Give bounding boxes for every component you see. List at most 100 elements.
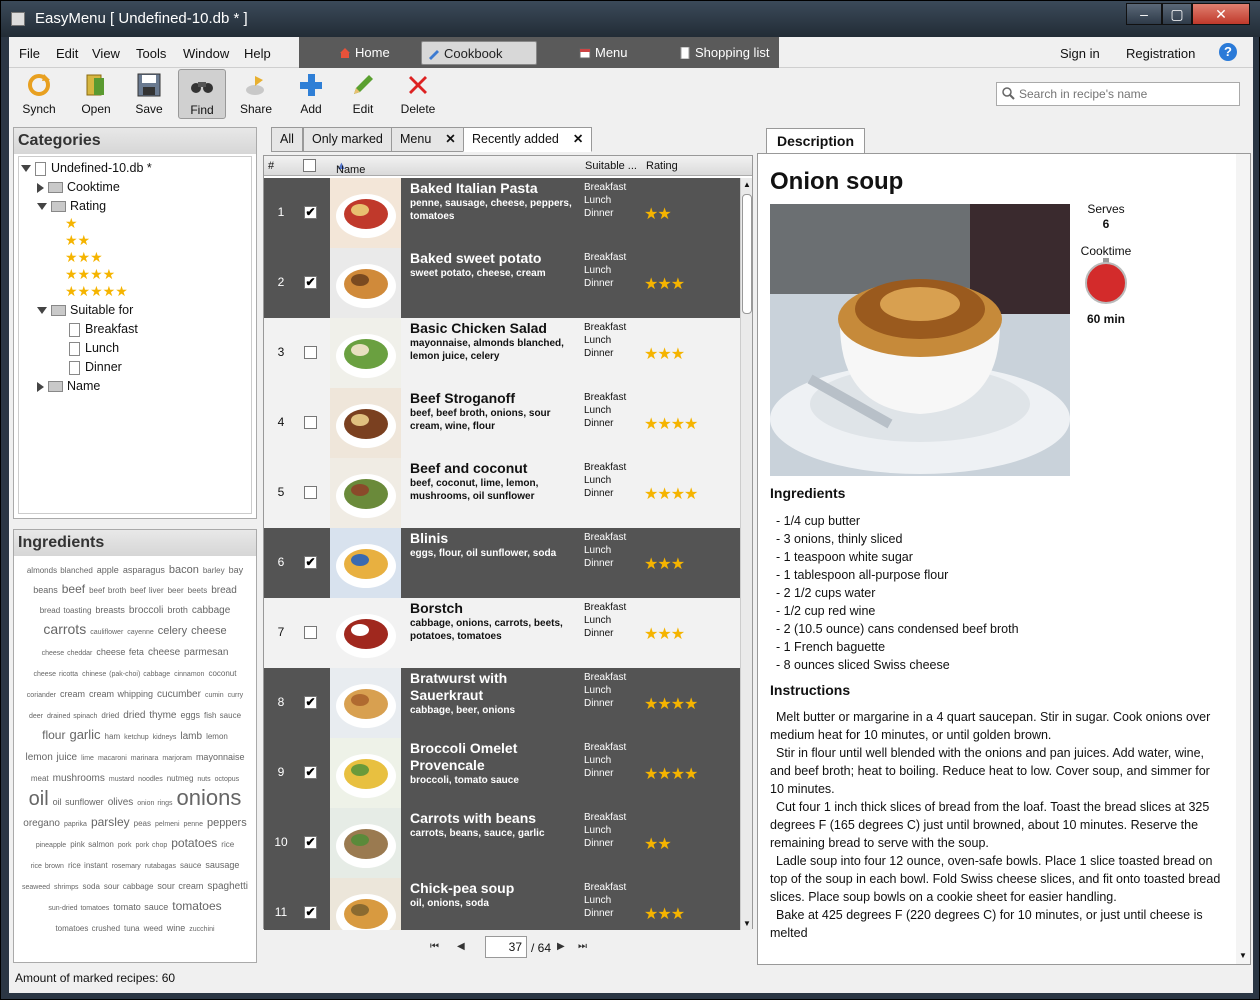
tree-lunch[interactable]: Lunch [69, 339, 119, 357]
ingredient-tag[interactable]: olives [108, 794, 134, 812]
ingredient-tag[interactable]: wine [167, 919, 186, 937]
ingredient-tag[interactable]: rutabagas [145, 858, 176, 876]
find-button[interactable]: Find [178, 69, 226, 119]
ingredient-tag[interactable]: sauce [180, 857, 201, 875]
ingredient-tag[interactable]: macaroni [98, 750, 127, 768]
ingredient-tag[interactable]: sausage [205, 856, 239, 874]
ingredient-tag[interactable]: bread toasting [40, 602, 92, 620]
tree-rating-1[interactable]: ★ [65, 214, 78, 232]
ingredient-tag[interactable]: beef broth [89, 582, 126, 600]
share-button[interactable]: Share [232, 69, 280, 119]
ingredient-tag[interactable]: asparagus [123, 561, 165, 579]
ingredient-tag[interactable]: onion rings [137, 795, 172, 813]
table-row[interactable]: 8 ✔ Bratwurst with Sauerkraut cabbage, beer… [264, 668, 740, 738]
nav-home[interactable]: Home [333, 41, 413, 65]
ingredient-tag[interactable]: pork [118, 837, 132, 855]
menu-view[interactable]: View [92, 46, 120, 61]
table-row[interactable]: 4 Beef Stroganoff beef, beef broth, onions… [264, 388, 740, 458]
registration-link[interactable]: Registration [1126, 46, 1195, 61]
ingredient-tag[interactable]: dried [101, 707, 119, 725]
col-name[interactable]: Name ▲ [336, 160, 365, 176]
row-checkbox[interactable]: ✔ [304, 696, 317, 709]
row-checkbox[interactable]: ✔ [304, 906, 317, 919]
ingredient-tag[interactable]: zucchini [189, 921, 214, 939]
ingredient-tag[interactable]: peppers [207, 814, 247, 832]
tree-breakfast[interactable]: Breakfast [69, 320, 138, 338]
tree-rating[interactable]: Rating [37, 197, 106, 215]
table-row[interactable]: 6 ✔ Blinis eggs, flour, oil sunflower, soda… [264, 528, 740, 598]
ingredient-tag[interactable]: onions [177, 787, 242, 809]
ingredient-tag[interactable]: celery [158, 622, 187, 640]
prev-page-button[interactable]: ◀ [457, 941, 465, 952]
ingredient-tag[interactable]: beer [168, 582, 184, 600]
description-scrollbar[interactable]: ▼ [1236, 154, 1250, 964]
close-button[interactable]: ✕ [1192, 3, 1250, 25]
ingredient-tag[interactable]: bay [229, 561, 244, 579]
ingredient-tag[interactable]: cheese ricotta [34, 666, 79, 684]
ingredient-tag[interactable]: broccoli [129, 602, 163, 620]
ingredient-tag[interactable]: sun-dried tomatoes [48, 900, 109, 918]
ingredient-tag[interactable]: cheese cheddar [42, 645, 93, 663]
menu-edit[interactable]: Edit [56, 46, 78, 61]
ingredient-tag[interactable]: carrots [43, 620, 86, 638]
ingredient-tag[interactable]: beets [188, 582, 208, 600]
nav-shopping-list[interactable]: Shopping list [673, 41, 779, 65]
open-button[interactable]: Open [72, 69, 120, 119]
nav-cookbook[interactable]: Cookbook [421, 41, 537, 65]
ingredient-tag[interactable]: rice [221, 836, 234, 854]
ingredient-tag[interactable]: mayonnaise [196, 748, 245, 766]
ingredient-tag[interactable]: ham [105, 728, 121, 746]
ingredient-tag[interactable]: beef liver [130, 582, 163, 600]
ingredient-tag[interactable]: cheese feta [96, 643, 144, 661]
ingredient-tag[interactable]: marinara [131, 750, 159, 768]
ingredient-tag[interactable]: potatoes [171, 834, 217, 852]
scroll-down-icon[interactable]: ▼ [743, 919, 751, 928]
ingredient-tag[interactable]: noodles [138, 771, 163, 789]
ingredient-tag[interactable]: peas [134, 815, 151, 833]
ingredient-tag[interactable]: rice brown [31, 858, 64, 876]
ingredient-tag[interactable]: pelmeni [155, 816, 180, 834]
edit-button[interactable]: Edit [339, 69, 387, 119]
scroll-down-icon[interactable]: ▼ [1239, 951, 1247, 960]
ingredient-tag[interactable]: cumin [205, 687, 224, 705]
ingredient-tag[interactable]: fish sauce [204, 707, 241, 725]
ingredient-tag[interactable]: dried thyme [123, 707, 176, 725]
table-row[interactable]: 9 ✔ Broccoli Omelet Provencale broccoli, to… [264, 738, 740, 808]
ingredient-tag[interactable]: broth [167, 601, 188, 619]
ingredient-tag[interactable]: parsley [91, 813, 130, 831]
menu-window[interactable]: Window [183, 46, 229, 61]
page-input[interactable]: 37 [485, 936, 527, 958]
ingredient-tag[interactable]: cabbage [192, 602, 230, 620]
menu-file[interactable]: File [19, 46, 40, 61]
ingredient-tag[interactable]: cauliflower [90, 624, 123, 642]
ingredient-tag[interactable]: paprika [64, 816, 87, 834]
ingredient-tag[interactable]: bread [211, 582, 237, 600]
ingredient-tag[interactable]: shrimps [54, 879, 79, 897]
ingredient-tag[interactable]: beans [33, 581, 58, 599]
ingredient-tag[interactable]: marjoram [162, 750, 192, 768]
tree-rating-5[interactable]: ★★★★★ [65, 282, 128, 300]
ingredient-tag[interactable]: lamb [180, 728, 202, 746]
ingredient-tag[interactable]: flour [42, 726, 65, 744]
ingredient-tag[interactable]: barley [203, 562, 225, 580]
list-scrollbar[interactable]: ▲ ▼ [740, 178, 752, 930]
description-tab[interactable]: Description [766, 128, 865, 154]
ingredient-tag[interactable]: cheese parmesan [148, 644, 229, 662]
tab-only-marked[interactable]: Only marked [303, 127, 392, 152]
ingredient-tag[interactable]: cinnamon [174, 666, 204, 684]
row-checkbox[interactable] [304, 486, 317, 499]
ingredient-tag[interactable]: lemon juice [26, 749, 78, 767]
tree-name[interactable]: Name [37, 377, 100, 395]
close-tab-icon[interactable]: ✕ [573, 132, 583, 146]
add-button[interactable]: Add [287, 69, 335, 119]
ingredient-tag[interactable]: sour cabbage [104, 878, 153, 896]
scroll-thumb[interactable] [742, 194, 752, 314]
ingredient-tag[interactable]: pineapple [36, 837, 66, 855]
delete-button[interactable]: Delete [394, 69, 442, 119]
row-checkbox[interactable]: ✔ [304, 276, 317, 289]
tree-root[interactable]: Undefined-10.db * [21, 159, 152, 177]
tab-menu[interactable]: Menu ✕ [391, 127, 465, 152]
table-row[interactable]: 1 ✔ Baked Italian Pasta penne, sausage, che… [264, 178, 740, 248]
nav-menu[interactable]: Menu [573, 41, 653, 65]
last-page-button[interactable]: ⏭ [578, 941, 587, 952]
